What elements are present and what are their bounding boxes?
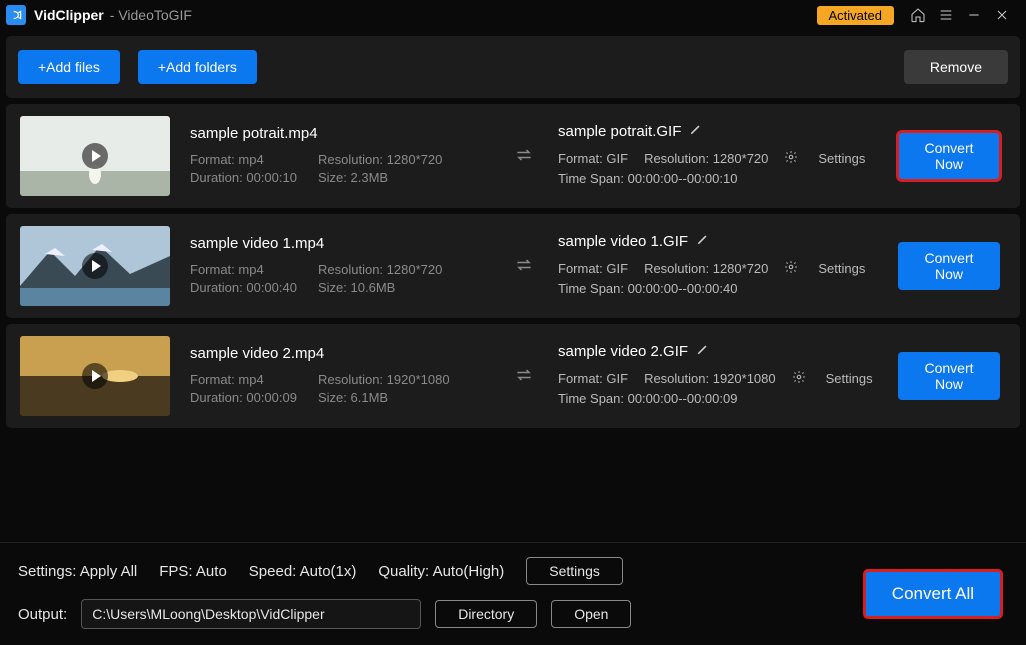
- remove-button[interactable]: Remove: [904, 50, 1008, 84]
- file-list: sample potrait.mp4 Format: mp4 Resolution…: [0, 104, 1026, 428]
- source-filename: sample video 1.mp4: [190, 235, 490, 252]
- dest-format: Format: GIF: [558, 371, 628, 386]
- row-settings-label[interactable]: Settings: [818, 261, 865, 276]
- dest-resolution: Resolution: 1280*720: [644, 261, 768, 276]
- menu-icon[interactable]: [936, 5, 956, 25]
- source-duration: Duration: 00:00:09: [190, 390, 300, 405]
- titlebar: VidClipper - VideoToGIF Activated: [0, 0, 1026, 30]
- source-column: sample potrait.mp4 Format: mp4 Resolution…: [190, 125, 490, 188]
- dest-column: sample video 2.GIF Format: GIF Resolutio…: [558, 342, 878, 410]
- source-filename: sample potrait.mp4: [190, 125, 490, 142]
- convert-now-button[interactable]: Convert Now: [898, 132, 1000, 180]
- swap-icon: [510, 145, 538, 168]
- source-resolution: Resolution: 1280*720: [318, 262, 442, 277]
- activated-badge: Activated: [817, 6, 894, 25]
- dest-filename: sample potrait.GIF: [558, 122, 878, 140]
- speed-label: Speed: Auto(1x): [249, 563, 357, 580]
- edit-icon[interactable]: [696, 342, 710, 360]
- dest-timespan: Time Span: 00:00:00--00:00:09: [558, 391, 737, 406]
- dest-column: sample video 1.GIF Format: GIF Resolutio…: [558, 232, 878, 300]
- gear-icon[interactable]: [784, 260, 798, 277]
- convert-now-button[interactable]: Convert Now: [898, 242, 1000, 290]
- bottom-panel: Settings: Apply All FPS: Auto Speed: Aut…: [0, 542, 1026, 645]
- dest-timespan: Time Span: 00:00:00--00:00:40: [558, 281, 737, 296]
- play-icon[interactable]: [82, 253, 108, 279]
- source-column: sample video 2.mp4 Format: mp4 Resolution…: [190, 345, 490, 408]
- source-filename: sample video 2.mp4: [190, 345, 490, 362]
- edit-icon[interactable]: [689, 122, 703, 140]
- directory-button[interactable]: Directory: [435, 600, 537, 628]
- app-logo: [6, 5, 26, 25]
- dest-format: Format: GIF: [558, 261, 628, 276]
- source-column: sample video 1.mp4 Format: mp4 Resolution…: [190, 235, 490, 298]
- app-subtitle: - VideoToGIF: [110, 7, 192, 23]
- settings-apply-label: Settings: Apply All: [18, 563, 137, 580]
- output-path-field[interactable]: C:\Users\MLoong\Desktop\VidClipper: [81, 599, 421, 629]
- file-row: sample video 1.mp4 Format: mp4 Resolution…: [6, 214, 1020, 318]
- home-icon[interactable]: [908, 5, 928, 25]
- quality-label: Quality: Auto(High): [378, 563, 504, 580]
- play-icon[interactable]: [82, 143, 108, 169]
- fps-label: FPS: Auto: [159, 563, 227, 580]
- swap-icon: [510, 255, 538, 278]
- thumbnail[interactable]: [20, 116, 170, 196]
- row-settings-label[interactable]: Settings: [826, 371, 873, 386]
- file-row: sample video 2.mp4 Format: mp4 Resolution…: [6, 324, 1020, 428]
- close-icon[interactable]: [992, 5, 1012, 25]
- source-resolution: Resolution: 1280*720: [318, 152, 442, 167]
- source-size: Size: 2.3MB: [318, 170, 388, 185]
- file-row: sample potrait.mp4 Format: mp4 Resolution…: [6, 104, 1020, 208]
- convert-all-button[interactable]: Convert All: [864, 570, 1002, 618]
- dest-column: sample potrait.GIF Format: GIF Resolutio…: [558, 122, 878, 190]
- output-label: Output:: [18, 606, 67, 623]
- source-resolution: Resolution: 1920*1080: [318, 372, 450, 387]
- source-format: Format: mp4: [190, 372, 300, 387]
- toolbar: +Add files +Add folders Remove: [6, 36, 1020, 98]
- dest-format: Format: GIF: [558, 151, 628, 166]
- global-settings-button[interactable]: Settings: [526, 557, 623, 585]
- edit-icon[interactable]: [696, 232, 710, 250]
- source-duration: Duration: 00:00:40: [190, 280, 300, 295]
- dest-filename: sample video 1.GIF: [558, 232, 878, 250]
- dest-resolution: Resolution: 1920*1080: [644, 371, 776, 386]
- gear-icon[interactable]: [792, 370, 806, 387]
- source-format: Format: mp4: [190, 152, 300, 167]
- dest-filename: sample video 2.GIF: [558, 342, 878, 360]
- source-size: Size: 10.6MB: [318, 280, 395, 295]
- source-duration: Duration: 00:00:10: [190, 170, 300, 185]
- source-size: Size: 6.1MB: [318, 390, 388, 405]
- convert-now-button[interactable]: Convert Now: [898, 352, 1000, 400]
- play-icon[interactable]: [82, 363, 108, 389]
- row-settings-label[interactable]: Settings: [818, 151, 865, 166]
- source-format: Format: mp4: [190, 262, 300, 277]
- swap-icon: [510, 365, 538, 388]
- gear-icon[interactable]: [784, 150, 798, 167]
- thumbnail[interactable]: [20, 336, 170, 416]
- dest-resolution: Resolution: 1280*720: [644, 151, 768, 166]
- add-files-button[interactable]: +Add files: [18, 50, 120, 84]
- dest-timespan: Time Span: 00:00:00--00:00:10: [558, 171, 737, 186]
- minimize-icon[interactable]: [964, 5, 984, 25]
- thumbnail[interactable]: [20, 226, 170, 306]
- app-name: VidClipper: [34, 7, 104, 23]
- open-button[interactable]: Open: [551, 600, 631, 628]
- add-folders-button[interactable]: +Add folders: [138, 50, 257, 84]
